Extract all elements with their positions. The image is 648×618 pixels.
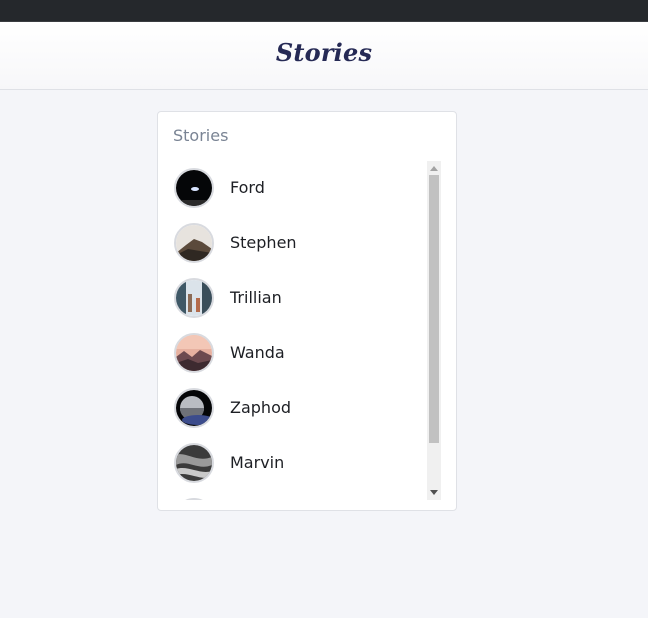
browser-top-bar xyxy=(0,0,648,22)
rock-texture-thumbnail-icon xyxy=(176,444,212,481)
story-item-stephen[interactable]: Stephen xyxy=(170,215,428,270)
scrollbar-thumb[interactable] xyxy=(429,175,439,443)
story-item-marvin[interactable]: Marvin xyxy=(170,435,428,490)
story-avatar xyxy=(174,277,214,318)
partial-thumbnail-icon xyxy=(176,499,212,500)
planet-thumbnail-icon xyxy=(176,389,212,426)
scroll-up-arrow-icon[interactable] xyxy=(430,166,438,171)
story-avatar xyxy=(174,387,214,428)
story-item-ford[interactable]: Ford xyxy=(170,160,428,215)
page-title: Stories xyxy=(275,38,373,67)
story-avatar xyxy=(174,442,214,483)
story-avatar xyxy=(174,167,214,208)
story-name: Zaphod xyxy=(230,398,292,417)
story-item-wanda[interactable]: Wanda xyxy=(170,325,428,380)
story-avatar xyxy=(174,332,214,373)
page-header: Stories xyxy=(0,22,648,90)
story-item-zaphod[interactable]: Zaphod xyxy=(170,380,428,435)
space-night-thumbnail-icon xyxy=(176,169,212,206)
story-item-partial[interactable] xyxy=(170,490,428,500)
mountain-thumbnail-icon xyxy=(176,224,212,261)
stories-list[interactable]: Ford Stephen Trillian Wanda Zaphod Marvi… xyxy=(170,160,428,500)
story-name: Marvin xyxy=(230,453,285,472)
story-name: Ford xyxy=(230,178,265,197)
scroll-down-arrow-icon[interactable] xyxy=(430,490,438,495)
story-avatar xyxy=(174,497,214,500)
sunset-landscape-thumbnail-icon xyxy=(176,334,212,371)
stories-scrollbar[interactable] xyxy=(427,161,441,500)
story-item-trillian[interactable]: Trillian xyxy=(170,270,428,325)
story-name: Wanda xyxy=(230,343,285,362)
story-name: Trillian xyxy=(230,288,282,307)
story-avatar xyxy=(174,222,214,263)
stories-panel-title: Stories xyxy=(173,126,229,145)
story-name: Stephen xyxy=(230,233,297,252)
stories-panel: Stories Ford Stephen Trillian Wanda Zaph… xyxy=(157,111,457,511)
city-street-thumbnail-icon xyxy=(176,279,212,316)
